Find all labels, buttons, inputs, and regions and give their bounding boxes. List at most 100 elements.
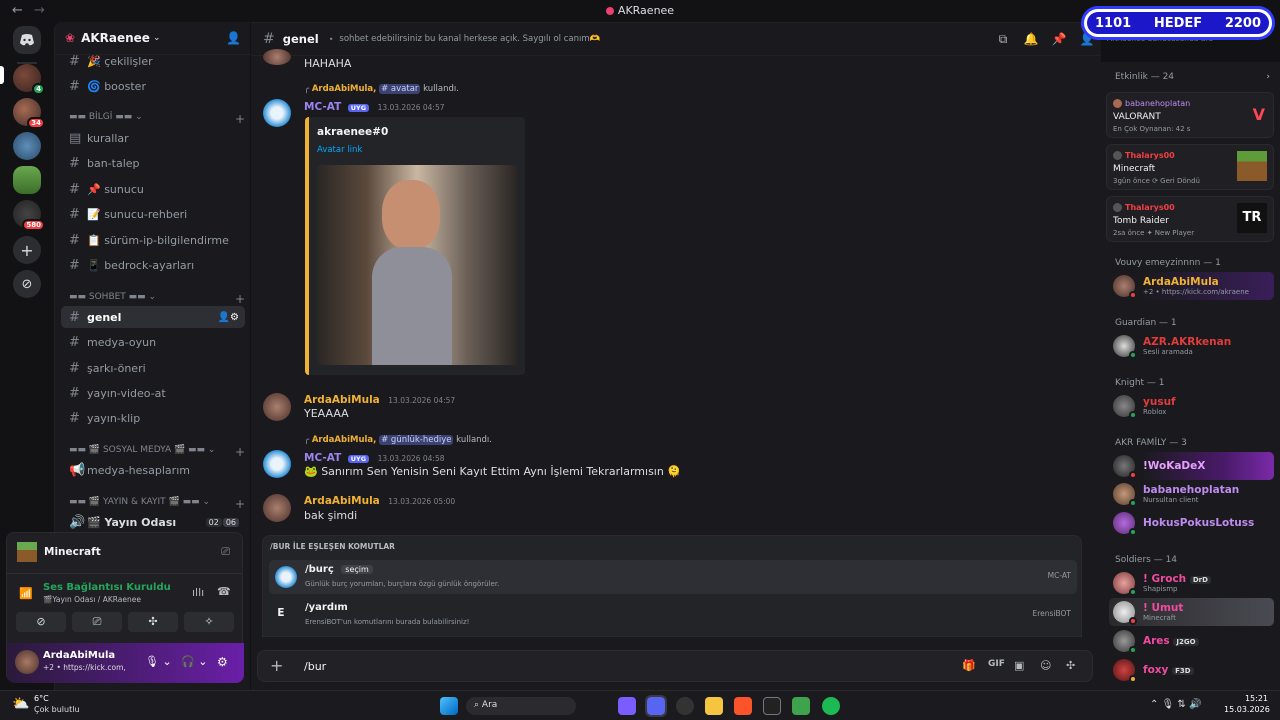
category-sosyal-medya[interactable]: ▬▬ 🎬 SOSYAL MEDYA 🎬 ▬▬ ⌄ + bbox=[69, 445, 245, 459]
server-icon-5[interactable]: 580 bbox=[13, 200, 45, 231]
author-name[interactable]: MC-AT bbox=[304, 452, 341, 464]
channel-medya-hesaplarim[interactable]: 📢 medya-hesaplarım bbox=[61, 459, 245, 481]
voice-location[interactable]: 🎬Yayın Odası / AKRaenee bbox=[43, 595, 141, 604]
channel-cekilisler[interactable]: # 🎉 çekilişler bbox=[61, 50, 245, 72]
channel-booster[interactable]: # 🌀 booster bbox=[61, 75, 245, 97]
channel-surum-ip[interactable]: # 📋 sürüm-ip-bilgilendirme bbox=[61, 229, 245, 251]
noise-suppression-icon[interactable]: ıllı bbox=[192, 586, 204, 599]
gif-icon[interactable]: GIF bbox=[988, 659, 1005, 669]
add-channel-icon[interactable]: + bbox=[235, 112, 245, 126]
weather-desc[interactable]: Çok bulutlu bbox=[34, 705, 80, 714]
notification-bell-icon[interactable]: 🔔 bbox=[1023, 32, 1039, 48]
minecraft-taskbar-icon[interactable] bbox=[792, 697, 810, 715]
system-tray-icons[interactable]: ⌃ 🎙 ⇅ 🔊 bbox=[1150, 699, 1201, 710]
category-sohbet[interactable]: ▬▬ SOHBET ▬▬ ⌄ + bbox=[69, 292, 245, 306]
activity-card-tomb-raider[interactable]: Thalarys00 Tomb Raider 2sa önce ✦ New Pl… bbox=[1106, 196, 1274, 242]
headphones-icon[interactable]: 🎧 ⌄ bbox=[181, 655, 207, 668]
soundboard-button[interactable]: ✧ bbox=[184, 612, 234, 632]
avatar[interactable] bbox=[263, 393, 291, 421]
invite-icon[interactable]: 👤 bbox=[226, 31, 241, 45]
command-reply[interactable]: ╭ ArdaAbiMula, # günlük-hediye kullandı. bbox=[304, 435, 492, 445]
add-server-icon[interactable]: + bbox=[13, 236, 41, 264]
member-ares[interactable]: Ares J2GO bbox=[1109, 627, 1274, 655]
member-hokuspokuslotuss[interactable]: HokusPokusLotuss bbox=[1109, 509, 1274, 537]
category-yayin[interactable]: ▬▬ 🎬 YAYIN & KAYIT 🎬 ▬▬ ⌄ + bbox=[69, 497, 245, 511]
app-icon-1[interactable] bbox=[618, 697, 636, 715]
channel-ban-talep[interactable]: # ban-talep bbox=[61, 152, 245, 174]
threads-icon[interactable]: ⧉ bbox=[995, 32, 1011, 48]
member-umut[interactable]: ! Umut Minecraft bbox=[1109, 598, 1274, 626]
message-input[interactable]: /bur bbox=[304, 660, 326, 673]
embed-image[interactable] bbox=[317, 165, 517, 365]
member-azr-akrkenan[interactable]: AZR.AKRkenan Sesli aramada bbox=[1109, 332, 1274, 360]
command-reply[interactable]: ╭ ArdaAbiMula, # avatar kullandı. bbox=[304, 84, 459, 94]
channel-medya-oyun[interactable]: # medya-oyun bbox=[61, 331, 245, 353]
voice-status[interactable]: Ses Bağlantısı Kuruldu bbox=[43, 582, 171, 593]
server-icon-4[interactable] bbox=[13, 166, 41, 194]
settings-gear-icon[interactable]: 👤⚙ bbox=[218, 312, 239, 323]
microphone-icon[interactable]: 🎙 ⌄ bbox=[145, 655, 172, 668]
app-icon-3[interactable] bbox=[676, 697, 694, 715]
embed-link[interactable]: Avatar link bbox=[317, 145, 362, 155]
channel-bedrock[interactable]: # 📱 bedrock-ayarları bbox=[61, 254, 245, 276]
author-name[interactable]: ArdaAbiMula bbox=[304, 394, 380, 406]
author-name[interactable]: ArdaAbiMula bbox=[304, 495, 380, 507]
channel-sunucu[interactable]: # 📌 sunucu bbox=[61, 178, 245, 200]
screen-share-button[interactable]: ⎚ bbox=[72, 612, 122, 632]
server-icon-3[interactable] bbox=[13, 132, 41, 160]
channel-yayin-video-at[interactable]: # yayın-video-at bbox=[61, 382, 245, 404]
brave-icon[interactable] bbox=[734, 697, 752, 715]
member-ardaabimula[interactable]: ArdaAbiMula +2 • https://kick.com/akraene bbox=[1109, 272, 1274, 300]
sticker-icon[interactable]: ▣ bbox=[1014, 659, 1024, 672]
discover-icon[interactable]: ⊘ bbox=[13, 270, 41, 298]
channel-topic[interactable]: sohbet edebilirsiniz bu kanal herkese aç… bbox=[339, 34, 600, 44]
member-groch[interactable]: ! Groch DrD Shapismp bbox=[1109, 569, 1274, 597]
pin-icon[interactable]: 📌 bbox=[1051, 32, 1067, 48]
file-explorer-icon[interactable] bbox=[705, 697, 723, 715]
discord-taskbar-icon[interactable] bbox=[645, 695, 667, 717]
command-option-yardim[interactable]: ᴇ /yardım ErensiBOT'un komutlarını burad… bbox=[269, 598, 1077, 632]
author-name[interactable]: MC-AT bbox=[304, 101, 341, 113]
activity-card-valorant[interactable]: babanehoplatan VALORANT En Çok Oynanan: … bbox=[1106, 92, 1274, 138]
apps-icon[interactable]: ✣ bbox=[1066, 659, 1075, 672]
avatar[interactable] bbox=[263, 49, 291, 65]
add-channel-icon[interactable]: + bbox=[235, 445, 245, 459]
windows-start-icon[interactable] bbox=[440, 697, 458, 715]
voice-channel-yayin-odasi[interactable]: 🔊 🎬 Yayın Odası 02 06 bbox=[61, 511, 245, 533]
category-bilgi[interactable]: ▬▬ BİLGİ ▬▬ ⌄ + bbox=[69, 112, 245, 126]
channel-kurallar[interactable]: ▤ kurallar bbox=[61, 127, 245, 149]
activity-card-minecraft[interactable]: Thalarys00 Minecraft 3gün önce ⟳ Geri Dö… bbox=[1106, 144, 1274, 190]
camera-off-button[interactable]: ⊘ bbox=[16, 612, 66, 632]
channel-yayin-klip[interactable]: # yayın-klip bbox=[61, 407, 245, 429]
screen-share-icon[interactable]: ⎚ bbox=[221, 545, 230, 559]
discord-home-icon[interactable] bbox=[13, 26, 41, 54]
add-attachment-icon[interactable]: + bbox=[270, 656, 283, 675]
member-foxy[interactable]: foxy F3D bbox=[1109, 656, 1274, 684]
weather-temp[interactable]: 6°C bbox=[34, 694, 49, 703]
emoji-icon[interactable]: ☺ bbox=[1040, 659, 1051, 672]
disconnect-icon[interactable]: ☎ bbox=[217, 585, 231, 598]
gift-icon[interactable]: 🎁 bbox=[962, 659, 976, 672]
taskbar-search[interactable]: ⌕ Ara bbox=[466, 697, 576, 715]
server-icon-akraenee[interactable]: 4 bbox=[13, 64, 45, 95]
clock-time[interactable]: 15:21 bbox=[1224, 694, 1268, 703]
avatar[interactable] bbox=[15, 650, 39, 674]
app-icon-6[interactable] bbox=[763, 697, 781, 715]
command-option-burc[interactable]: /burç seçim Günlük burç yorumları, burçl… bbox=[269, 560, 1077, 594]
spotify-icon[interactable] bbox=[822, 697, 840, 715]
user-name[interactable]: ArdaAbiMula bbox=[43, 650, 115, 661]
member-yusuf[interactable]: yusuf Roblox bbox=[1109, 392, 1274, 420]
channel-genel[interactable]: # genel 👤⚙ bbox=[61, 306, 245, 328]
channel-sunucu-rehberi[interactable]: # 📝 sunucu-rehberi bbox=[61, 203, 245, 225]
member-babanehoplatan[interactable]: babanehoplatan Nursultan client bbox=[1109, 480, 1274, 508]
member-wokadex[interactable]: !WoKaDeX bbox=[1109, 452, 1274, 480]
add-channel-icon[interactable]: + bbox=[235, 292, 245, 306]
avatar[interactable] bbox=[263, 494, 291, 522]
server-icon-2[interactable]: 34 bbox=[13, 98, 45, 129]
channel-sarki-oneri[interactable]: # şarkı-öneri bbox=[61, 357, 245, 379]
clock-date[interactable]: 15.03.2026 bbox=[1224, 705, 1270, 714]
add-channel-icon[interactable]: + bbox=[235, 497, 245, 511]
user-settings-gear-icon[interactable]: ⚙ bbox=[217, 655, 228, 669]
bot-avatar[interactable] bbox=[263, 450, 291, 478]
activity-header[interactable]: Etkinlik — 24 › bbox=[1115, 72, 1270, 82]
